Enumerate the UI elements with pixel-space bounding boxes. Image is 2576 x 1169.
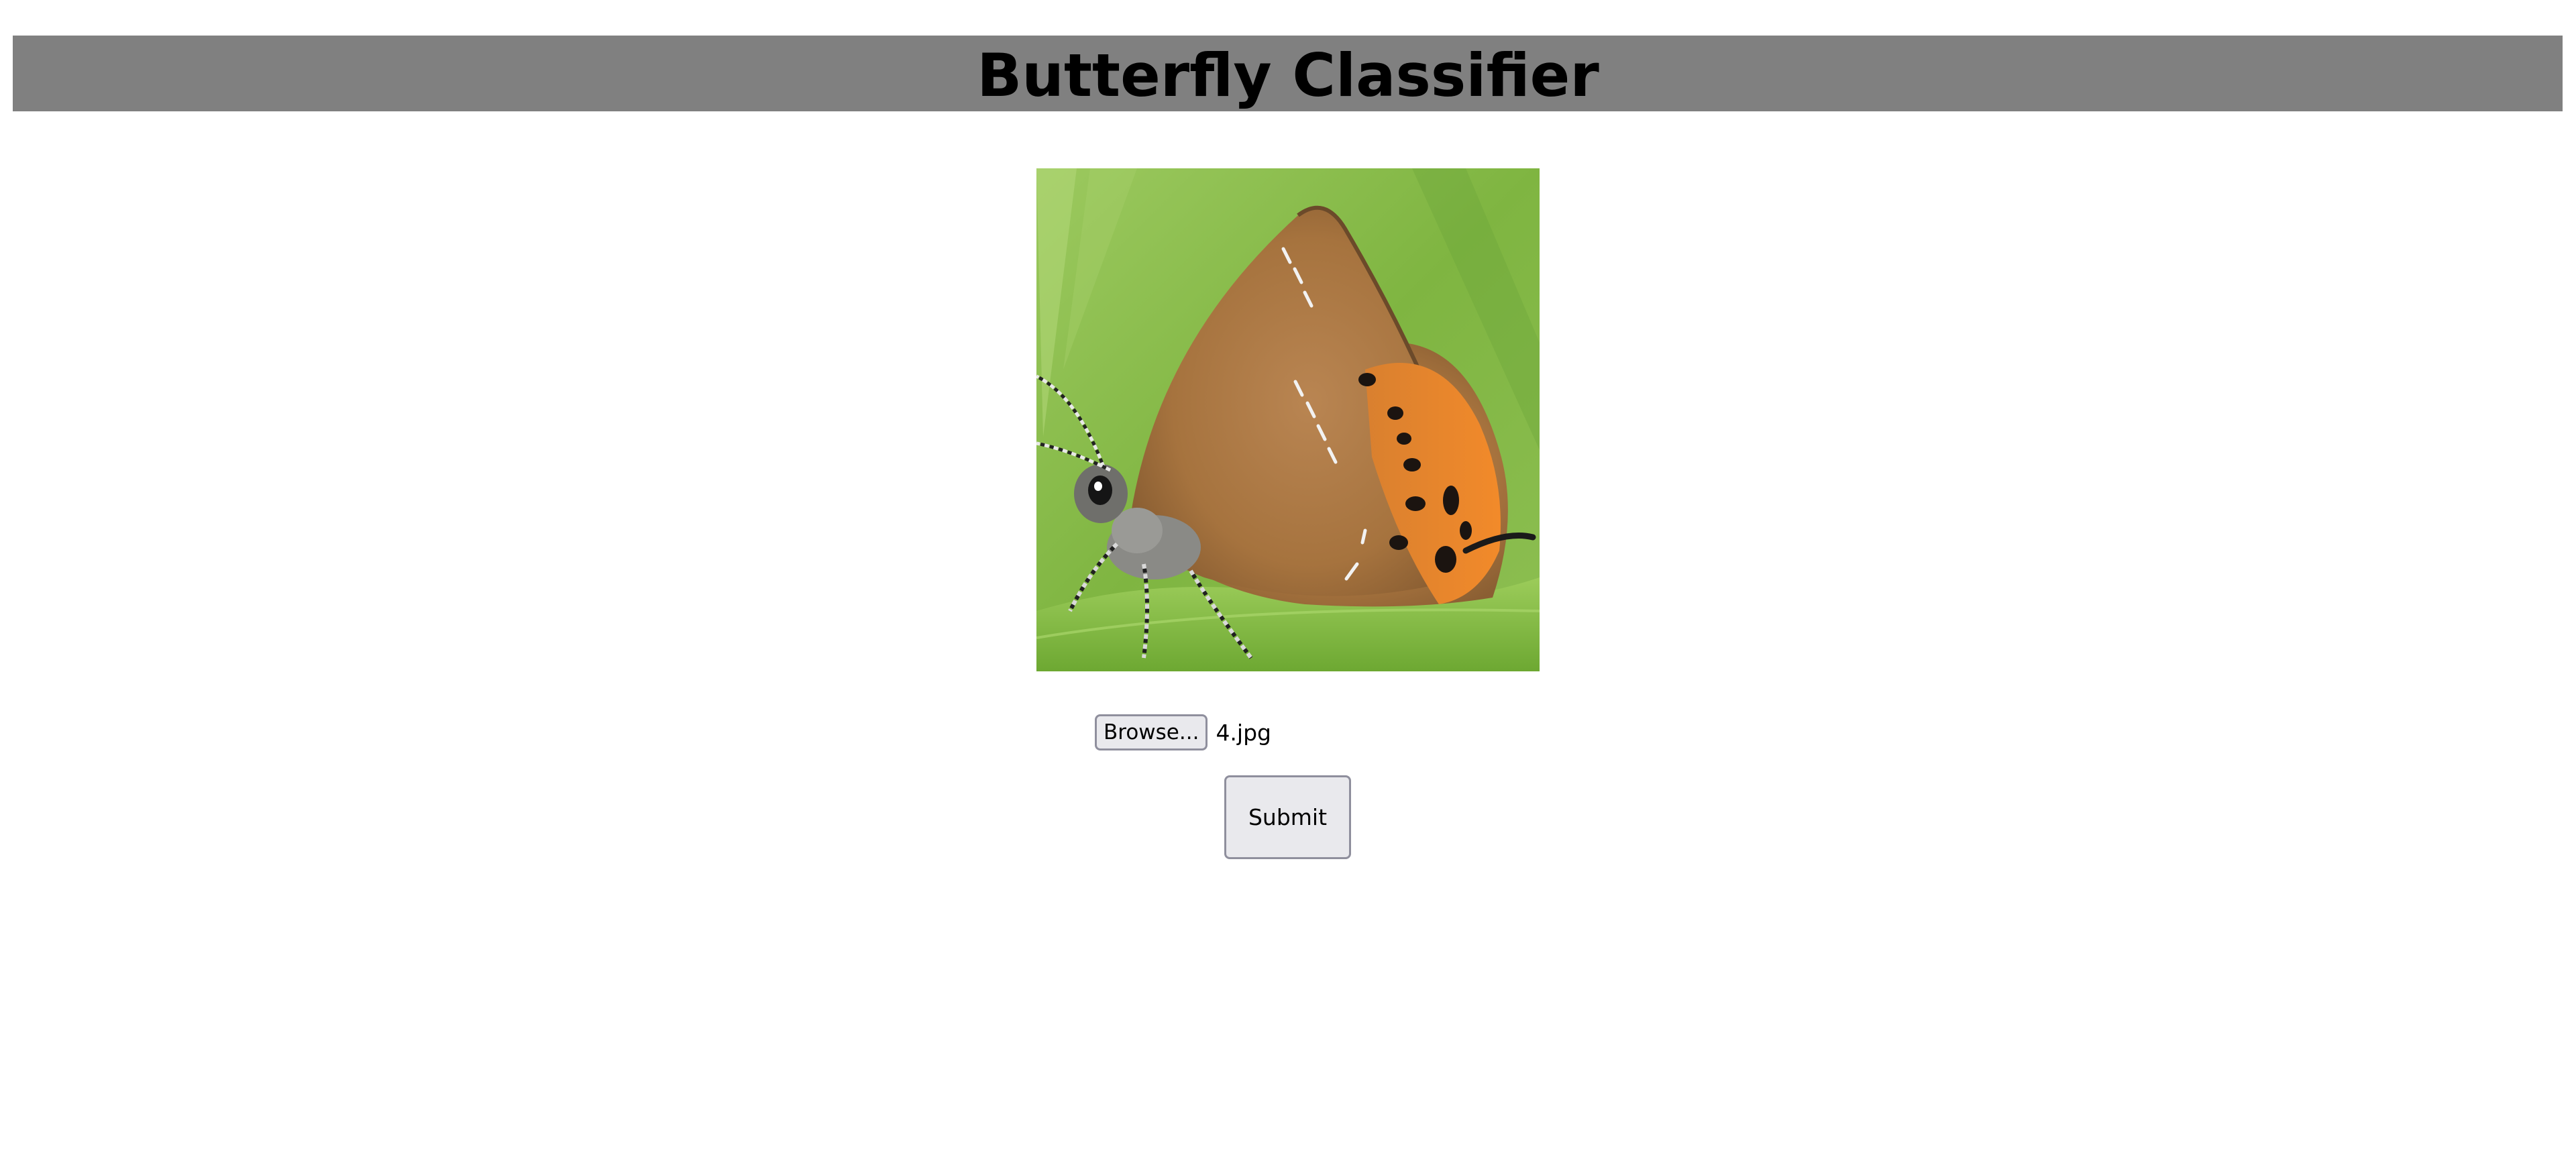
file-upload-row: Browse... 4.jpg [1095, 714, 1271, 751]
butterfly-preview-image [1036, 168, 1540, 671]
submit-button[interactable]: Submit [1224, 775, 1351, 859]
selected-file-name: 4.jpg [1216, 719, 1271, 746]
page-title: Butterfly Classifier [977, 41, 1599, 110]
browse-button[interactable]: Browse... [1095, 714, 1208, 750]
